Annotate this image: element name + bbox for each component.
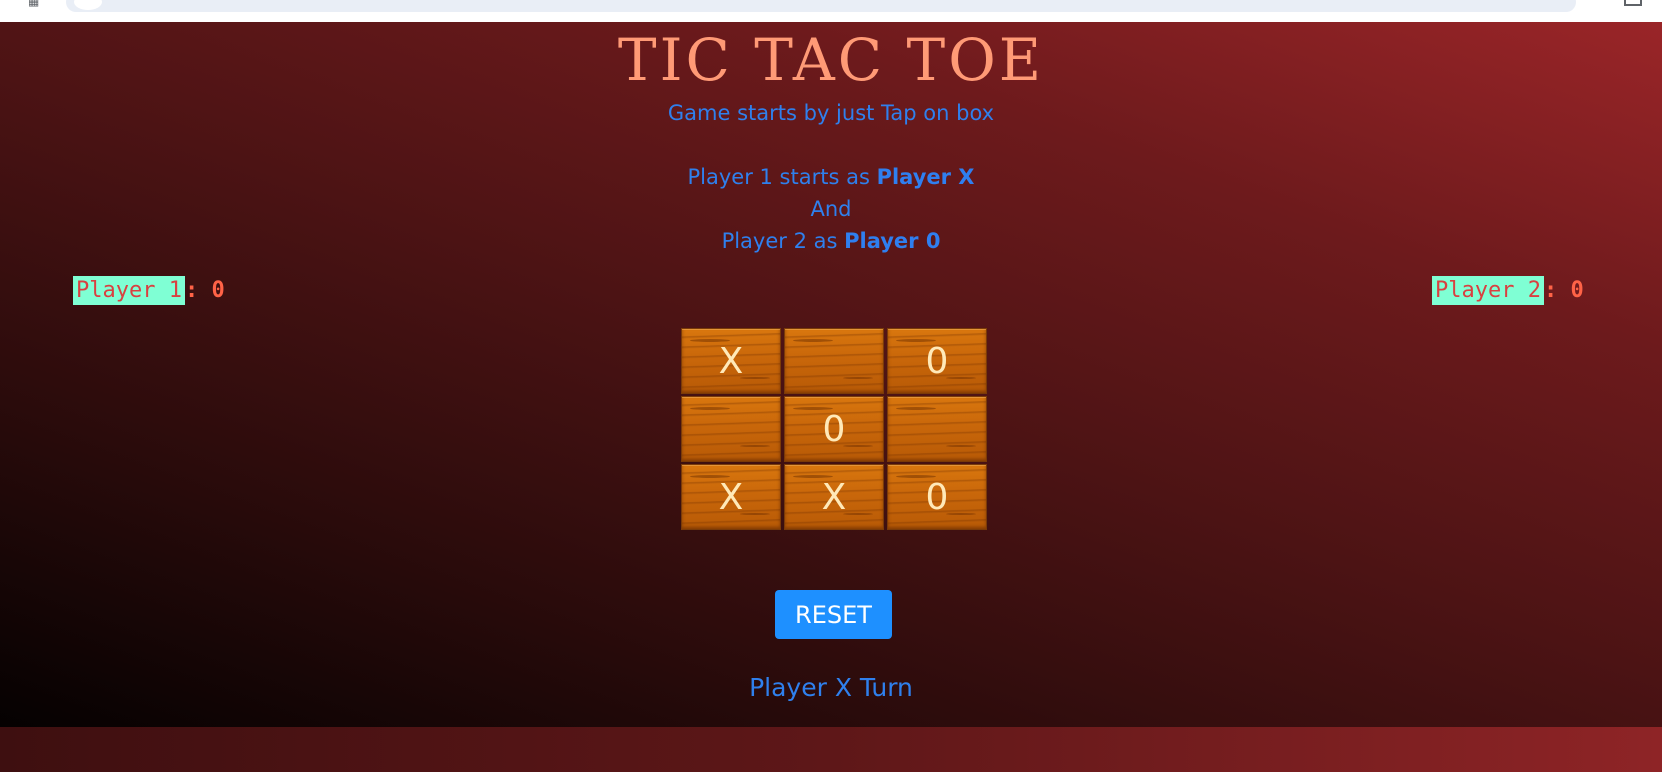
board-cell-8[interactable]: X xyxy=(784,464,884,530)
player1-score-separator: : xyxy=(184,278,212,303)
board-cell-9[interactable]: 0 xyxy=(887,464,987,530)
game-board: X 0 0 X X 0 xyxy=(681,328,987,530)
address-bar[interactable] xyxy=(66,0,1576,12)
turn-indicator: Player X Turn xyxy=(749,673,913,702)
reset-button[interactable]: RESET xyxy=(775,590,892,639)
game-title: TIC TAC TOE xyxy=(617,26,1045,94)
player2-symbol: Player 0 xyxy=(844,229,941,253)
player1-symbol: Player X xyxy=(876,165,975,189)
player1-score: Player 1: 0 xyxy=(73,276,225,305)
board-cell-6[interactable] xyxy=(887,396,987,462)
footer-strip xyxy=(0,727,1662,772)
board-cell-5[interactable]: 0 xyxy=(784,396,884,462)
board-cell-2[interactable] xyxy=(784,328,884,394)
player1-score-value: 0 xyxy=(211,278,225,303)
game-subtitle: Game starts by just Tap on box xyxy=(667,101,995,125)
board-cell-3[interactable]: 0 xyxy=(887,328,987,394)
window-icon[interactable] xyxy=(1624,0,1642,6)
player2-score-separator: : xyxy=(1543,278,1571,303)
player2-score-label: Player 2 xyxy=(1432,276,1544,305)
player1-info: Player 1 starts as Player X xyxy=(0,165,1662,189)
board-cell-1[interactable]: X xyxy=(681,328,781,394)
player1-info-text: Player 1 starts as xyxy=(687,165,877,189)
player2-score-value: 0 xyxy=(1570,278,1584,303)
board-cell-4[interactable] xyxy=(681,396,781,462)
board-cell-7[interactable]: X xyxy=(681,464,781,530)
player2-info-text: Player 2 as xyxy=(721,229,845,253)
info-and: And xyxy=(810,197,852,221)
player1-score-label: Player 1 xyxy=(73,276,185,305)
player2-info: Player 2 as Player 0 xyxy=(0,229,1662,253)
player2-score: Player 2: 0 xyxy=(1432,276,1584,305)
browser-chrome: ▦ xyxy=(0,0,1662,23)
game-area: TIC TAC TOE Game starts by just Tap on b… xyxy=(0,22,1662,727)
tab-menu-icon[interactable]: ▦ xyxy=(28,0,39,8)
